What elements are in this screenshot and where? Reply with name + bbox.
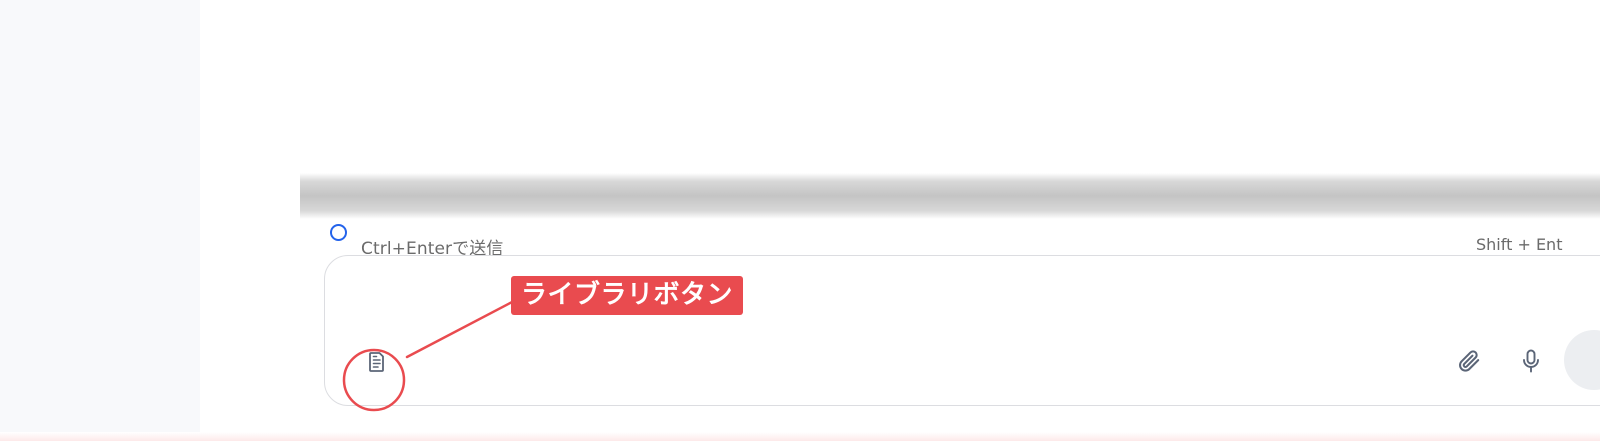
library-button[interactable] <box>364 349 390 375</box>
chat-page: Ctrl+Enterで送信 Shift + Ent ライブラリボタン <box>0 0 1600 441</box>
paperclip-icon <box>1459 350 1480 372</box>
sidebar <box>0 0 200 441</box>
bottom-edge <box>0 432 1600 441</box>
attach-button[interactable] <box>1455 347 1483 375</box>
annotation-label: ライブラリボタン <box>511 276 744 315</box>
newline-shortcut-hint: Shift + Ent <box>1476 235 1563 254</box>
send-mode-toggle[interactable] <box>330 224 347 241</box>
microphone-icon <box>1523 349 1539 373</box>
redacted-band <box>300 173 1600 219</box>
document-icon <box>369 352 384 372</box>
microphone-button[interactable] <box>1517 347 1545 375</box>
